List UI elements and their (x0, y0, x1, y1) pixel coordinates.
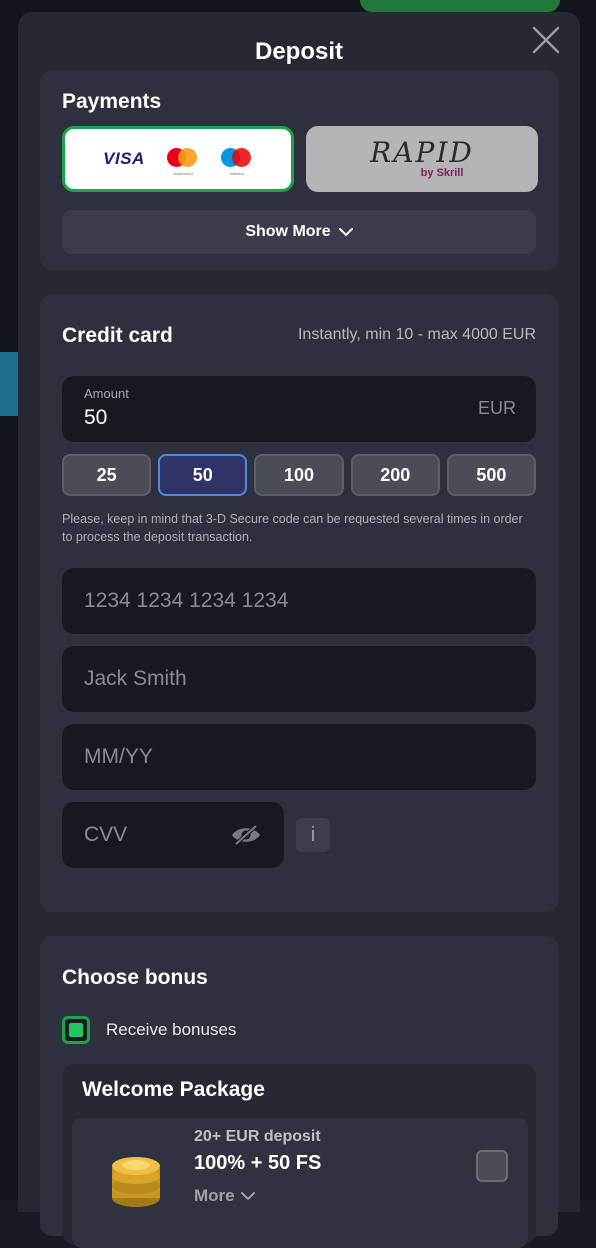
payment-method-cards[interactable]: VISA mastercard maestro (62, 126, 294, 192)
amount-currency: EUR (478, 398, 516, 419)
show-more-label: Show More (245, 223, 330, 241)
bonus-section: Choose bonus Receive bonuses Welcome Pac… (40, 936, 558, 1236)
bonus-offer: 20+ EUR deposit 100% + 50 FS More (72, 1118, 528, 1248)
modal-title: Deposit (18, 38, 580, 66)
preset-25-button[interactable]: 25 (62, 454, 151, 496)
bonus-heading: Choose bonus (62, 966, 208, 990)
maestro-icon: maestro (221, 148, 253, 170)
card-number-input[interactable] (62, 568, 536, 634)
amount-field[interactable]: Amount 50 EUR (62, 376, 536, 442)
offer-deposit-requirement: 20+ EUR deposit (194, 1128, 321, 1146)
amount-label: Amount (84, 386, 129, 401)
receive-bonuses-label: Receive bonuses (106, 1020, 236, 1040)
amount-value[interactable]: 50 (84, 406, 107, 430)
deposit-modal: Deposit Payments VISA mastercard maestro… (18, 12, 580, 1212)
payments-section: Payments VISA mastercard maestro RAPID b… (40, 70, 558, 270)
eye-off-icon[interactable] (230, 824, 262, 846)
receive-bonuses-toggle[interactable]: Receive bonuses (62, 1016, 236, 1044)
payment-method-rapid[interactable]: RAPID by Skrill (306, 126, 538, 192)
deposit-limits: Instantly, min 10 - max 4000 EUR (298, 326, 536, 344)
receive-bonuses-checkbox[interactable] (62, 1016, 90, 1044)
preset-500-button[interactable]: 500 (447, 454, 536, 496)
offer-headline: 100% + 50 FS (194, 1152, 321, 1175)
preset-50-button[interactable]: 50 (158, 454, 247, 496)
close-icon[interactable] (530, 24, 562, 56)
offer-more-link[interactable]: More (194, 1186, 255, 1206)
offer-more-label: More (194, 1186, 235, 1206)
amount-presets: 25 50 100 200 500 (62, 454, 536, 496)
expiry-input[interactable] (62, 724, 536, 790)
chevron-down-icon (339, 228, 353, 237)
payments-heading: Payments (62, 90, 161, 114)
offer-select-checkbox[interactable] (476, 1150, 508, 1182)
cvv-info-icon[interactable]: i (296, 818, 330, 852)
credit-card-section: Credit card Instantly, min 10 - max 4000… (40, 294, 558, 912)
coin-stack-icon (110, 1148, 162, 1208)
3ds-note: Please, keep in mind that 3-D Secure cod… (62, 510, 536, 546)
show-more-button[interactable]: Show More (62, 210, 536, 254)
welcome-package-title: Welcome Package (82, 1078, 265, 1102)
chevron-down-icon (241, 1192, 255, 1201)
credit-card-heading: Credit card (62, 324, 173, 348)
rapid-by-skrill: by Skrill (421, 167, 464, 179)
preset-100-button[interactable]: 100 (254, 454, 343, 496)
visa-logo: VISA (103, 149, 145, 169)
welcome-package: Welcome Package 20+ EUR deposit 100% + 5… (62, 1064, 536, 1244)
cardholder-name-input[interactable] (62, 646, 536, 712)
backdrop-banner (0, 352, 18, 416)
backdrop-accent (360, 0, 560, 12)
preset-200-button[interactable]: 200 (351, 454, 440, 496)
rapid-logo: RAPID (370, 139, 474, 167)
mastercard-icon: mastercard (167, 148, 199, 170)
